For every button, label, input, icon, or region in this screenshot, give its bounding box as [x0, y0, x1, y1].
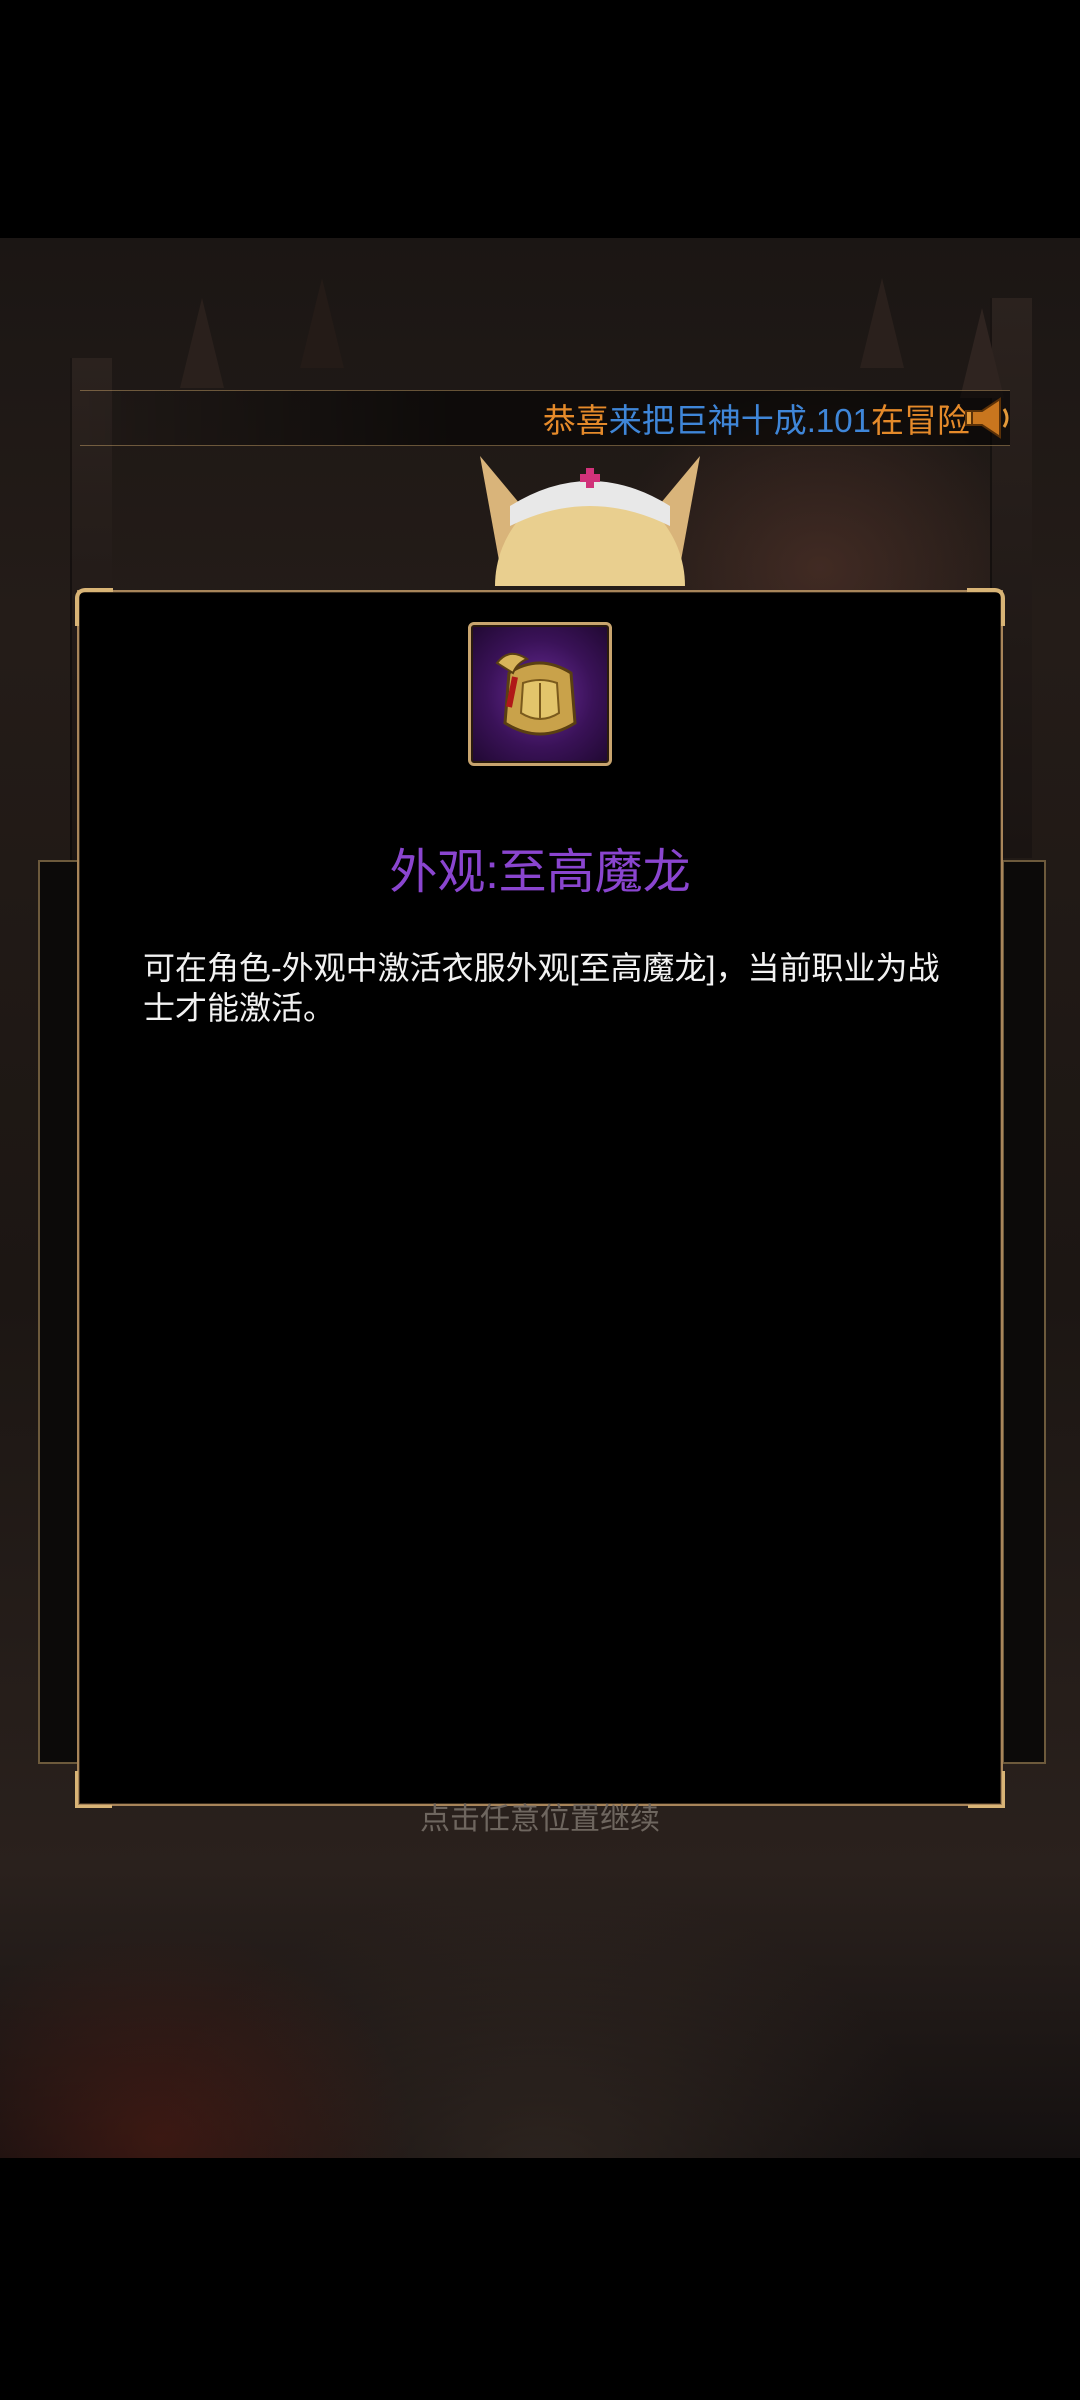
announcement-player-name: 来把巨神十成.101 — [608, 402, 871, 439]
tap-to-continue-hint: 点击任意位置继续 — [420, 1803, 660, 1836]
background-panel-left — [38, 860, 82, 1764]
announcement-text: 恭喜来把巨神十成.101在冒险 — [543, 394, 970, 442]
announcement-banner: 恭喜来把巨神十成.101在冒险 — [80, 390, 1010, 446]
item-title: 外观:至高魔龙 — [389, 846, 691, 899]
megaphone-icon — [964, 395, 1014, 441]
screen[interactable]: 恭喜来把巨神十成.101在冒险 外观:至高魔龙 可在角色-外观中激活衣服外观[至… — [0, 0, 1080, 2400]
item-info-dialog: 外观:至高魔龙 可在角色-外观中激活衣服外观[至高魔龙]，当前职业为战士才能激活… — [75, 588, 1005, 1808]
item-description: 可在角色-外观中激活衣服外观[至高魔龙]，当前职业为战士才能激活。 — [143, 950, 940, 1026]
announcement-suffix: 在冒险 — [871, 402, 970, 439]
frame-corner — [75, 588, 113, 626]
item-slot[interactable] — [468, 622, 612, 766]
background-panel-right — [1002, 860, 1046, 1764]
frame-corner — [967, 588, 1005, 626]
announcement-prefix: 恭喜 — [542, 402, 609, 439]
golden-dragon-armor-icon — [495, 652, 577, 736]
character-portrait — [470, 446, 710, 686]
